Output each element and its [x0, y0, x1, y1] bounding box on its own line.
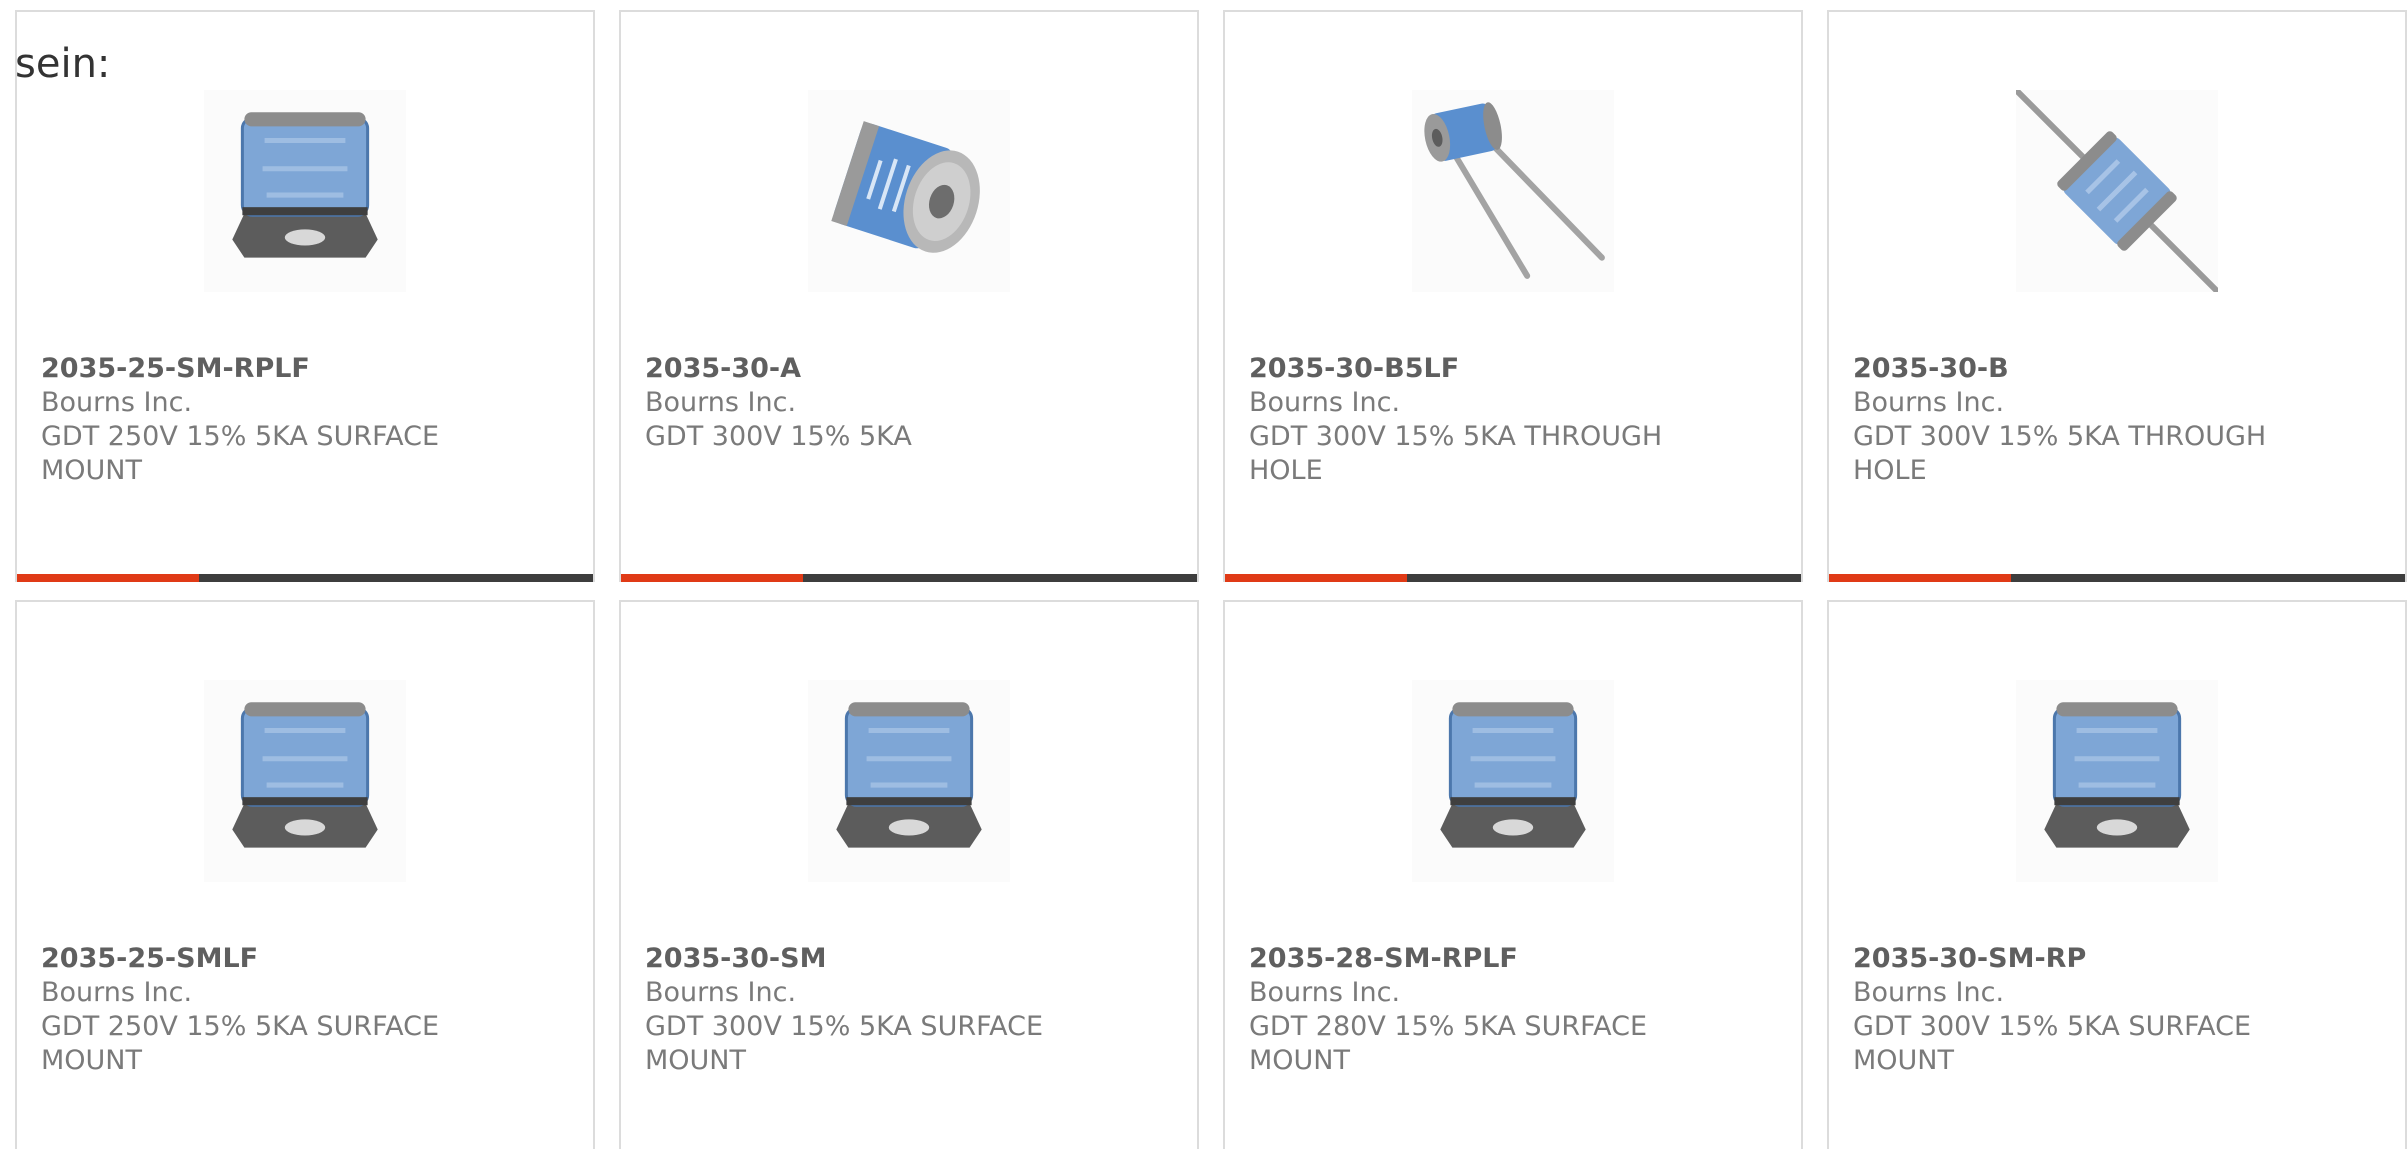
product-part-number[interactable]: 2035-25-SM-RPLF: [41, 352, 481, 386]
product-description-continued: MOUNT: [1853, 1045, 1954, 1076]
product-part-number[interactable]: 2035-30-SM-RP: [1853, 942, 2293, 976]
product-grid: 2035-25-SM-RPLF Bourns Inc. GDT 250V 15% 5…: [15, 10, 2407, 1149]
product-description: GDT 300V 15% 5KA SURFACE: [645, 1011, 1044, 1042]
smd-gas-discharge-tube-image[interactable]: [1412, 680, 1614, 882]
product-manufacturer: Bourns Inc.: [41, 387, 193, 418]
product-info: 2035-30-SM Bourns Inc. GDT 300V 15% 5KA SU…: [645, 942, 1085, 1078]
card-bar-accent: [621, 574, 803, 582]
product-info: 2035-30-A Bourns Inc. GDT 300V 15% 5KA: [645, 352, 1085, 454]
product-card[interactable]: 2035-30-B5LF Bourns Inc. GDT 300V 15% 5KA …: [1223, 10, 1803, 582]
product-description: GDT 300V 15% 5KA: [645, 421, 912, 452]
product-description: GDT 300V 15% 5KA THROUGH: [1853, 421, 2267, 452]
smd-gas-discharge-tube-image[interactable]: [808, 680, 1010, 882]
product-info: 2035-30-SM-RP Bourns Inc. GDT 300V 15% 5KA…: [1853, 942, 2293, 1078]
product-info: 2035-28-SM-RPLF Bourns Inc. GDT 280V 15% 5…: [1249, 942, 1689, 1078]
product-manufacturer: Bourns Inc.: [1853, 977, 2005, 1008]
product-description-continued: MOUNT: [1249, 1045, 1350, 1076]
product-part-number[interactable]: 2035-28-SM-RPLF: [1249, 942, 1689, 976]
product-manufacturer: Bourns Inc.: [1853, 387, 2005, 418]
product-manufacturer: Bourns Inc.: [41, 977, 193, 1008]
product-part-number[interactable]: 2035-30-SM: [645, 942, 1085, 976]
axial-lead-gas-discharge-tube-image[interactable]: [2016, 90, 2218, 292]
product-manufacturer: Bourns Inc.: [1249, 387, 1401, 418]
card-bottom-bar: [621, 574, 1197, 582]
smd-gas-discharge-tube-image[interactable]: [204, 680, 406, 882]
radial-lead-gas-discharge-tube-image[interactable]: [1412, 90, 1614, 292]
product-description: GDT 300V 15% 5KA THROUGH: [1249, 421, 1663, 452]
product-info: 2035-30-B Bourns Inc. GDT 300V 15% 5KA THR…: [1853, 352, 2293, 488]
card-bottom-bar: [1829, 574, 2405, 582]
product-part-number[interactable]: 2035-25-SMLF: [41, 942, 481, 976]
product-part-number[interactable]: 2035-30-B5LF: [1249, 352, 1689, 386]
card-bar-accent: [17, 574, 199, 582]
page: sein: 2035-25-SM-RPLF Bourns Inc. GDT 250V…: [0, 0, 2408, 1149]
card-bar-accent: [1829, 574, 2011, 582]
cylindrical-gas-discharge-tube-image[interactable]: [808, 90, 1010, 292]
product-part-number[interactable]: 2035-30-A: [645, 352, 1085, 386]
product-card[interactable]: 2035-30-A Bourns Inc. GDT 300V 15% 5KA: [619, 10, 1199, 582]
product-description-continued: MOUNT: [41, 455, 142, 486]
product-info: 2035-25-SM-RPLF Bourns Inc. GDT 250V 15% 5…: [41, 352, 481, 488]
product-description: GDT 250V 15% 5KA SURFACE: [41, 1011, 440, 1042]
product-manufacturer: Bourns Inc.: [1249, 977, 1401, 1008]
card-bar-accent: [1225, 574, 1407, 582]
product-manufacturer: Bourns Inc.: [645, 387, 797, 418]
product-manufacturer: Bourns Inc.: [645, 977, 797, 1008]
product-description-continued: HOLE: [1249, 455, 1323, 486]
product-description-continued: MOUNT: [645, 1045, 746, 1076]
product-card[interactable]: 2035-25-SMLF Bourns Inc. GDT 250V 15% 5KA …: [15, 600, 595, 1149]
product-card[interactable]: 2035-30-SM-RP Bourns Inc. GDT 300V 15% 5KA…: [1827, 600, 2407, 1149]
product-part-number[interactable]: 2035-30-B: [1853, 352, 2293, 386]
product-info: 2035-25-SMLF Bourns Inc. GDT 250V 15% 5KA …: [41, 942, 481, 1078]
product-description: GDT 250V 15% 5KA SURFACE: [41, 421, 440, 452]
product-card[interactable]: 2035-25-SM-RPLF Bourns Inc. GDT 250V 15% 5…: [15, 10, 595, 582]
product-description: GDT 300V 15% 5KA SURFACE: [1853, 1011, 2252, 1042]
intro-text: sein:: [15, 41, 111, 87]
product-description-continued: MOUNT: [41, 1045, 142, 1076]
product-card[interactable]: 2035-28-SM-RPLF Bourns Inc. GDT 280V 15% 5…: [1223, 600, 1803, 1149]
smd-gas-discharge-tube-image[interactable]: [2016, 680, 2218, 882]
card-bottom-bar: [1225, 574, 1801, 582]
product-info: 2035-30-B5LF Bourns Inc. GDT 300V 15% 5KA …: [1249, 352, 1689, 488]
product-card[interactable]: 2035-30-SM Bourns Inc. GDT 300V 15% 5KA SU…: [619, 600, 1199, 1149]
product-description-continued: HOLE: [1853, 455, 1927, 486]
product-card[interactable]: 2035-30-B Bourns Inc. GDT 300V 15% 5KA THR…: [1827, 10, 2407, 582]
card-bottom-bar: [17, 574, 593, 582]
smd-gas-discharge-tube-image[interactable]: [204, 90, 406, 292]
product-description: GDT 280V 15% 5KA SURFACE: [1249, 1011, 1648, 1042]
